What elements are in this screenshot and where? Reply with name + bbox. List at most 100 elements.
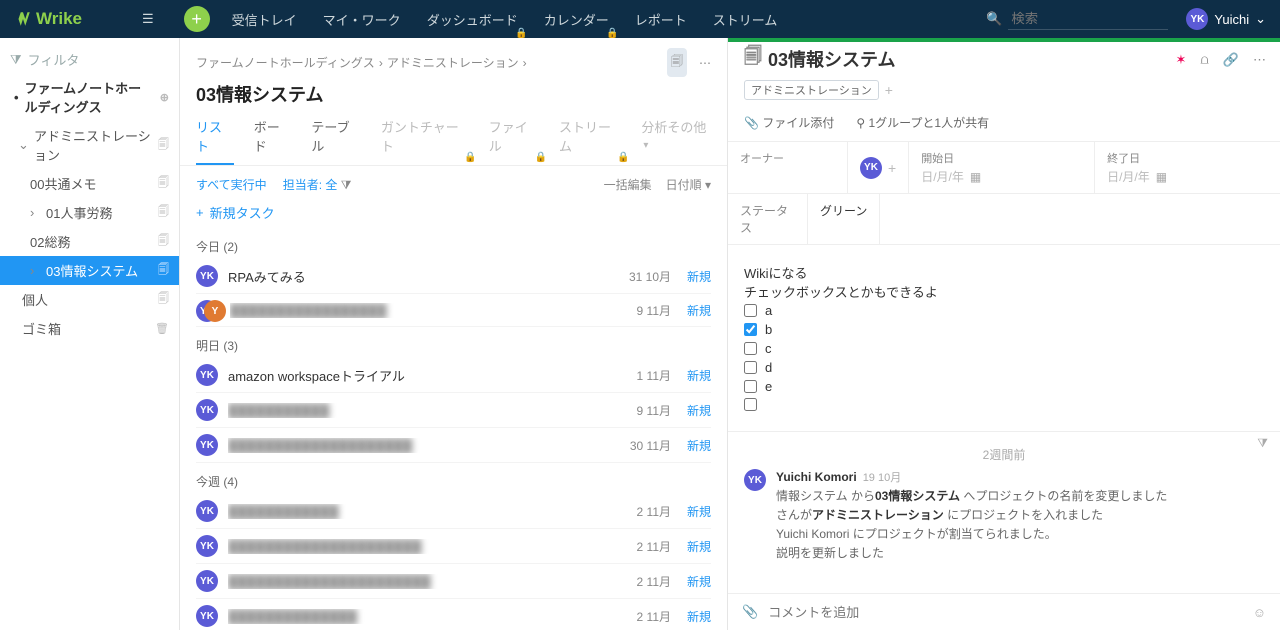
app-icon[interactable]: ✶	[1175, 52, 1186, 68]
avatar: YK	[196, 265, 218, 287]
status-label: ステータス	[728, 194, 808, 244]
checkbox[interactable]	[744, 398, 757, 411]
sidebar-folder-admin[interactable]: ⌄アドミニストレーション🗐	[0, 121, 179, 169]
checklist-label: d	[765, 360, 772, 375]
chevron-right-icon[interactable]: ›	[30, 205, 40, 220]
add-button[interactable]: +	[184, 6, 210, 32]
task-row[interactable]: YK████████████2 11月新規	[196, 494, 711, 529]
sidebar-personal[interactable]: 個人🗐	[0, 285, 179, 314]
tab-more[interactable]: 分析その他▾	[641, 117, 711, 165]
task-row[interactable]: YK██████████████2 11月新規	[196, 599, 711, 630]
tab-board[interactable]: ボード	[254, 117, 292, 165]
task-row[interactable]: YKY█████████████████9 11月新規	[196, 294, 711, 327]
filter-status[interactable]: すべて実行中	[196, 176, 267, 193]
logo[interactable]: Wrike	[14, 9, 82, 29]
filter-assignee[interactable]: 担当者: 全 ⧩	[283, 176, 352, 193]
new-task[interactable]: +新規タスク	[180, 203, 727, 228]
sidebar-space[interactable]: • ファームノートホールディングス⊕	[0, 73, 179, 121]
sort[interactable]: 日付順 ▾	[666, 176, 711, 193]
task-status: 新規	[681, 302, 711, 319]
tab-table[interactable]: テーブル	[311, 117, 361, 165]
add-parent[interactable]: +	[885, 82, 893, 98]
more-icon[interactable]: ⋯	[699, 56, 711, 70]
more-icon[interactable]: ⋯	[1253, 52, 1266, 68]
crumb[interactable]: アドミニストレーション	[387, 54, 519, 71]
tab-stream[interactable]: ストリーム🔒	[559, 117, 621, 165]
task-row[interactable]: YKamazon workspaceトライアル1 11月新規	[196, 358, 711, 393]
chevron-right-icon[interactable]: ›	[30, 263, 40, 278]
comment-input[interactable]	[768, 605, 1243, 620]
add-icon[interactable]: ⊕	[160, 91, 169, 104]
avatar: YK	[744, 469, 766, 491]
checklist-item[interactable]: a	[744, 301, 1264, 320]
list-filters: すべて実行中 担当者: 全 ⧩ 一括編集 日付順 ▾	[180, 166, 727, 203]
sidebar-filter[interactable]: ⧩フィルタ	[0, 46, 179, 73]
calendar-icon[interactable]: ▦	[970, 170, 981, 184]
task-row[interactable]: YK███████████9 11月新規	[196, 393, 711, 428]
checklist-item[interactable]	[744, 396, 1264, 413]
crumb[interactable]: ファームノートホールディングス	[196, 54, 375, 71]
checkbox[interactable]	[744, 361, 757, 374]
nav-stream[interactable]: ストリーム	[713, 10, 778, 29]
folder-icon: 🗐	[744, 44, 762, 74]
task-date: 2 11月	[617, 503, 671, 520]
sidebar-trash[interactable]: ゴミ箱🗑	[0, 314, 179, 343]
checklist-label: c	[765, 341, 772, 356]
clip-icon[interactable]: 📎	[742, 604, 758, 620]
nav-dashboards[interactable]: ダッシュボード🔒	[427, 10, 518, 29]
tab-files[interactable]: ファイル🔒	[489, 117, 539, 165]
task-row[interactable]: YKRPAみてみる31 10月新規	[196, 259, 711, 294]
sidebar-item-00[interactable]: 00共通メモ🗐	[0, 169, 179, 198]
share-info[interactable]: ⚲ 1グループと1人が共有	[856, 114, 989, 131]
owner-avatar[interactable]: YK	[860, 157, 882, 179]
info-toggle-icon[interactable]: 🗐	[667, 48, 687, 77]
nav-mywork[interactable]: マイ・ワーク	[323, 10, 401, 29]
checklist-item[interactable]: d	[744, 358, 1264, 377]
checkbox[interactable]	[744, 380, 757, 393]
checkbox[interactable]	[744, 342, 757, 355]
rss-icon[interactable]: ⩍	[1200, 52, 1208, 68]
nav-calendar[interactable]: カレンダー🔒	[544, 10, 609, 29]
attach-file[interactable]: 📎 ファイル添付	[744, 114, 834, 131]
tab-list[interactable]: リスト	[196, 117, 234, 165]
link-icon[interactable]: 🔗	[1223, 52, 1239, 68]
sidebar-item-02[interactable]: 02総務🗐	[0, 227, 179, 256]
task-date: 9 11月	[617, 302, 671, 319]
status-value[interactable]: グリーン	[808, 194, 880, 244]
checkbox[interactable]	[744, 304, 757, 317]
sidebar-item-03[interactable]: ›03情報システム🗐	[0, 256, 179, 285]
task-row[interactable]: YK████████████████████30 11月新規	[196, 428, 711, 463]
checklist-item[interactable]: e	[744, 377, 1264, 396]
nav-inbox[interactable]: 受信トレイ	[232, 10, 297, 29]
parent-chip[interactable]: アドミニストレーション	[744, 80, 879, 100]
checklist-item[interactable]: b	[744, 320, 1264, 339]
tab-gantt[interactable]: ガントチャート🔒	[381, 117, 469, 165]
sidebar-item-01[interactable]: ›01人事労務🗐	[0, 198, 179, 227]
nav-reports[interactable]: レポート	[635, 10, 687, 29]
checkbox[interactable]	[744, 323, 757, 336]
emoji-icon[interactable]: ☺	[1253, 605, 1266, 620]
task-title: amazon workspaceトライアル	[228, 366, 607, 385]
add-owner[interactable]: +	[888, 160, 896, 176]
filter-icon[interactable]: ⧩	[1257, 436, 1268, 451]
chevron-down-icon[interactable]: ⌄	[18, 137, 28, 153]
search[interactable]: 🔍	[986, 8, 1168, 30]
task-row[interactable]: YK██████████████████████2 11月新規	[196, 564, 711, 599]
activity-author[interactable]: Yuichi Komori	[776, 470, 857, 484]
lock-icon: 🔒	[617, 152, 629, 163]
bulk-edit[interactable]: 一括編集	[604, 176, 652, 193]
start-date[interactable]: 日/月/年	[921, 168, 964, 185]
folder-icon: 🗐	[158, 136, 169, 155]
calendar-icon[interactable]: ▦	[1156, 170, 1167, 184]
menu-toggle-icon[interactable]: ☰	[142, 11, 154, 27]
meta-row: オーナー YK + 開始日 日/月/年 ▦ 終了日 日/月/年 ▦	[728, 142, 1280, 194]
description[interactable]: Wikiになる チェックボックスとかもできるよ abcde	[728, 245, 1280, 431]
user-menu[interactable]: YK Yuichi ⌄	[1186, 8, 1266, 30]
end-date[interactable]: 日/月/年	[1107, 168, 1150, 185]
task-row[interactable]: YK█████████████████████2 11月新規	[196, 529, 711, 564]
detail-title[interactable]: 03情報システム	[768, 46, 895, 72]
checklist-item[interactable]: c	[744, 339, 1264, 358]
filter-icon[interactable]: ⧩	[341, 178, 352, 192]
search-input[interactable]	[1008, 8, 1168, 30]
share-icon: ⚲	[856, 116, 865, 130]
